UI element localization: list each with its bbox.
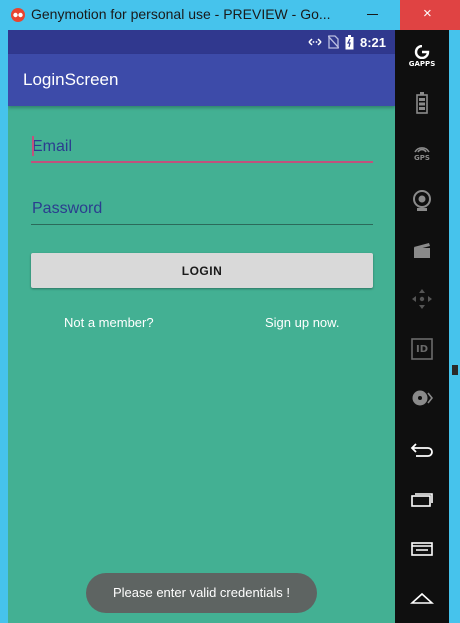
app-bar: LoginScreen <box>8 54 395 106</box>
back-button[interactable] <box>395 430 449 470</box>
gapps-icon <box>414 44 430 59</box>
recent-apps-button[interactable] <box>395 479 449 519</box>
status-bar: 8:21 <box>8 30 395 54</box>
email-input[interactable] <box>31 131 373 163</box>
email-underline <box>31 161 373 163</box>
password-input[interactable] <box>31 193 373 225</box>
minimize-button[interactable] <box>350 0 396 30</box>
login-button[interactable]: LOGIN <box>31 253 373 288</box>
menu-icon <box>411 542 433 556</box>
dpad-icon <box>412 289 432 309</box>
battery-icon <box>345 34 354 49</box>
webcam-button[interactable] <box>395 181 449 221</box>
toast-message: Please enter valid credentials ! <box>86 573 317 613</box>
genymotion-toolbar: GAPPS GPS ID <box>395 30 449 623</box>
menu-button[interactable] <box>395 528 449 568</box>
gps-button[interactable]: GPS <box>395 132 449 172</box>
email-field[interactable] <box>31 131 373 163</box>
id-label: ID <box>415 344 429 355</box>
app-title: LoginScreen <box>23 70 119 89</box>
window-border-left <box>0 30 8 623</box>
window-title: Genymotion for personal use - PREVIEW - … <box>31 6 331 22</box>
password-underline <box>31 224 373 225</box>
recent-apps-icon <box>411 493 433 507</box>
data-transfer-icon <box>308 38 322 46</box>
genymotion-app-icon <box>11 8 25 22</box>
gps-icon <box>414 146 430 152</box>
close-icon: × <box>423 5 432 22</box>
webcam-icon <box>413 190 431 211</box>
disk-io-button[interactable] <box>395 378 449 418</box>
no-sim-icon <box>327 35 339 49</box>
window-border-right <box>449 30 460 623</box>
device-id-button[interactable]: ID <box>395 329 449 369</box>
resize-handle[interactable] <box>452 365 458 375</box>
battery-button[interactable] <box>395 83 449 123</box>
gapps-button[interactable]: GAPPS <box>395 36 449 76</box>
status-time: 8:21 <box>359 34 386 50</box>
gapps-label: GAPPS <box>408 59 436 68</box>
window-title-bar: Genymotion for personal use - PREVIEW - … <box>0 0 460 30</box>
disk-icon <box>412 390 433 406</box>
password-field[interactable] <box>31 193 373 225</box>
signup-link[interactable]: Sign up now. <box>265 315 339 330</box>
text-cursor <box>32 136 34 156</box>
not-member-text: Not a member? <box>64 315 154 330</box>
clapper-icon <box>414 243 430 258</box>
battery-icon <box>416 92 428 114</box>
home-icon <box>410 592 434 604</box>
gps-label: GPS <box>414 153 430 162</box>
back-icon <box>410 443 433 457</box>
device-screen: 8:21 LoginScreen LOGIN Not a member? Sig… <box>8 30 395 623</box>
close-button[interactable]: × <box>400 0 460 30</box>
home-button[interactable] <box>395 578 449 618</box>
dpad-button[interactable] <box>395 279 449 319</box>
screencast-button[interactable] <box>395 230 449 270</box>
